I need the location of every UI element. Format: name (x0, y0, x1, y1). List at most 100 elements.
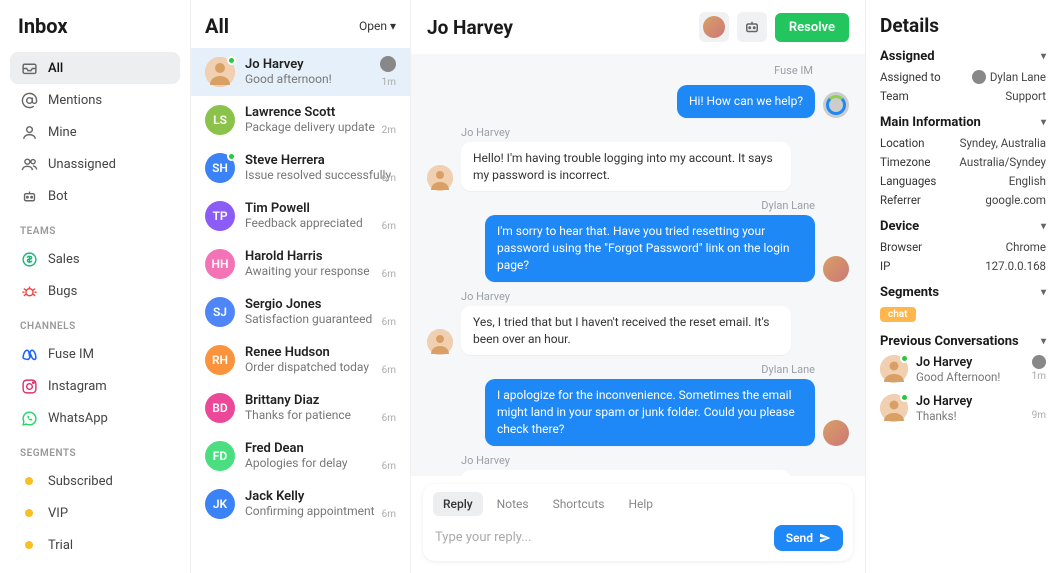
status-filter-dropdown[interactable]: Open▾ (359, 19, 396, 33)
detail-key: Location (880, 136, 925, 150)
conversation-item[interactable]: RH Renee HudsonOrder dispatched today 6m (191, 336, 410, 384)
segment-item-trial[interactable]: Trial (10, 529, 180, 561)
message-bubble: I apologize for the inconvenience. Somet… (485, 379, 815, 445)
nav-item-bot[interactable]: Bot (10, 180, 180, 212)
conversation-item[interactable]: BD Brittany DiazThanks for patience 6m (191, 384, 410, 432)
detail-row: TimezoneAustralia/Syndey (880, 155, 1046, 169)
nav-item-mentions[interactable]: Mentions (10, 84, 180, 116)
dollar-icon (20, 250, 38, 268)
conversation-preview: Apologies for delay (245, 456, 396, 470)
composer-tab-shortcuts[interactable]: Shortcuts (543, 492, 615, 516)
message-bubble: I'm sorry to hear that. Have you tried r… (485, 215, 815, 281)
conversation-time: 6m (382, 317, 396, 328)
detail-key: Timezone (880, 155, 930, 169)
detail-value: 127.0.0.168 (985, 259, 1046, 273)
main-info-section-header[interactable]: Main Information (880, 115, 1046, 130)
message-sender: Jo Harvey (461, 126, 791, 139)
team-item-bugs[interactable]: Bugs (10, 275, 180, 307)
channel-item-whatsapp[interactable]: WhatsApp (10, 402, 180, 434)
nav-label: Instagram (48, 379, 107, 394)
chat-title: Jo Harvey (427, 16, 513, 39)
nav-item-all[interactable]: All (10, 52, 180, 84)
dot-icon (20, 472, 38, 490)
details-title: Details (880, 14, 1046, 37)
detail-value: Support (1005, 89, 1046, 103)
conversation-name: Brittany Diaz (245, 393, 396, 408)
users-icon (20, 155, 38, 173)
detail-row: LanguagesEnglish (880, 174, 1046, 188)
nav-item-mine[interactable]: Mine (10, 116, 180, 148)
message-row: Jo HarveyYes, I tried that but I haven't… (427, 290, 849, 356)
nav-label: WhatsApp (48, 411, 108, 426)
resolve-button[interactable]: Resolve (775, 13, 849, 42)
conversations-title: All (205, 14, 229, 38)
nav-label: Subscribed (48, 474, 113, 489)
segments-heading: SEGMENTS (20, 448, 180, 459)
conversation-time: 6m (382, 173, 396, 184)
device-section-header[interactable]: Device (880, 219, 1046, 234)
assignee-avatar-button[interactable] (699, 12, 729, 42)
detail-value: Dylan Lane (972, 70, 1046, 84)
prev-conv-text: Good Afternoon! (916, 370, 1046, 384)
conversation-item[interactable]: SJ Sergio JonesSatisfaction guaranteed 6… (191, 288, 410, 336)
bug-icon (20, 282, 38, 300)
segment-item-subscribed[interactable]: Subscribed (10, 465, 180, 497)
composer-tab-notes[interactable]: Notes (487, 492, 539, 516)
composer-tab-reply[interactable]: Reply (433, 492, 483, 516)
conversation-name: Fred Dean (245, 441, 396, 456)
bot-toggle-button[interactable] (737, 12, 767, 42)
conversation-item[interactable]: SH Steve HerreraIssue resolved successfu… (191, 144, 410, 192)
conversation-time: 2m (382, 125, 396, 136)
conversation-item[interactable]: HH Harold HarrisAwaiting your response 6… (191, 240, 410, 288)
detail-row: Referrer google.com (880, 193, 1046, 207)
channel-item-instagram[interactable]: Instagram (10, 370, 180, 402)
avatar: HH (205, 249, 235, 279)
prev-conv-time: 1m (1032, 371, 1046, 382)
composer-tab-help[interactable]: Help (618, 492, 663, 516)
conversation-item[interactable]: Jo HarveyGood afternoon! 1m (191, 48, 410, 96)
conversation-time: 6m (382, 509, 396, 520)
nav-label: Sales (48, 252, 80, 267)
segment-item-vip[interactable]: VIP (10, 497, 180, 529)
conversation-item[interactable]: LS Lawrence ScottPackage delivery update… (191, 96, 410, 144)
previous-conversation[interactable]: Jo HarveyGood Afternoon! 1m (880, 355, 1046, 384)
conversation-time: 1m (382, 77, 396, 88)
bot-icon (20, 187, 38, 205)
message-row: Dylan LaneI'm sorry to hear that. Have y… (427, 199, 849, 281)
detail-row: IP 127.0.0.168 (880, 259, 1046, 273)
reply-input[interactable] (433, 524, 764, 551)
segment-chip[interactable]: chat (880, 307, 916, 322)
prev-conv-section-header[interactable]: Previous Conversations (880, 334, 1046, 349)
segments-section-header[interactable]: Segments (880, 285, 1046, 300)
assignee-mini-avatar (972, 70, 986, 84)
channel-item-fuse-im[interactable]: Fuse IM (10, 338, 180, 370)
nav-label: VIP (48, 506, 68, 521)
avatar: BD (205, 393, 235, 423)
prev-conv-text: Thanks! (916, 409, 1046, 423)
conversation-item[interactable]: FD Fred DeanApologies for delay 6m (191, 432, 410, 480)
detail-key: Languages (880, 174, 936, 188)
avatar: TP (205, 201, 235, 231)
avatar: JK (205, 489, 235, 519)
detail-key: Referrer (880, 193, 921, 207)
avatar (205, 57, 235, 87)
detail-key: IP (880, 259, 890, 273)
detail-value: google.com (985, 193, 1046, 207)
nav-label: All (48, 61, 63, 76)
conversation-name: Sergio Jones (245, 297, 396, 312)
team-item-sales[interactable]: Sales (10, 243, 180, 275)
nav-label: Unassigned (48, 157, 116, 172)
avatar: SH (205, 153, 235, 183)
prev-conv-name: Jo Harvey (916, 394, 1046, 409)
assigned-section-header[interactable]: Assigned (880, 49, 1046, 64)
send-button[interactable]: Send (774, 525, 843, 551)
sidebar-title: Inbox (10, 14, 180, 38)
previous-conversation[interactable]: Jo HarveyThanks! 9m (880, 394, 1046, 423)
chat-pane: Jo Harvey Resolve Fuse IMHi! How can we … (410, 0, 865, 573)
agent-avatar (823, 256, 849, 282)
conversation-item[interactable]: TP Tim PowellFeedback appreciated 6m (191, 192, 410, 240)
conversations-pane: All Open▾ Jo HarveyGood afternoon! 1mLS … (190, 0, 410, 573)
conversation-item[interactable]: JK Jack KellyConfirming appointment 6m (191, 480, 410, 528)
message-bubble: Yes, I tried that but I haven't received… (461, 306, 791, 356)
nav-item-unassigned[interactable]: Unassigned (10, 148, 180, 180)
